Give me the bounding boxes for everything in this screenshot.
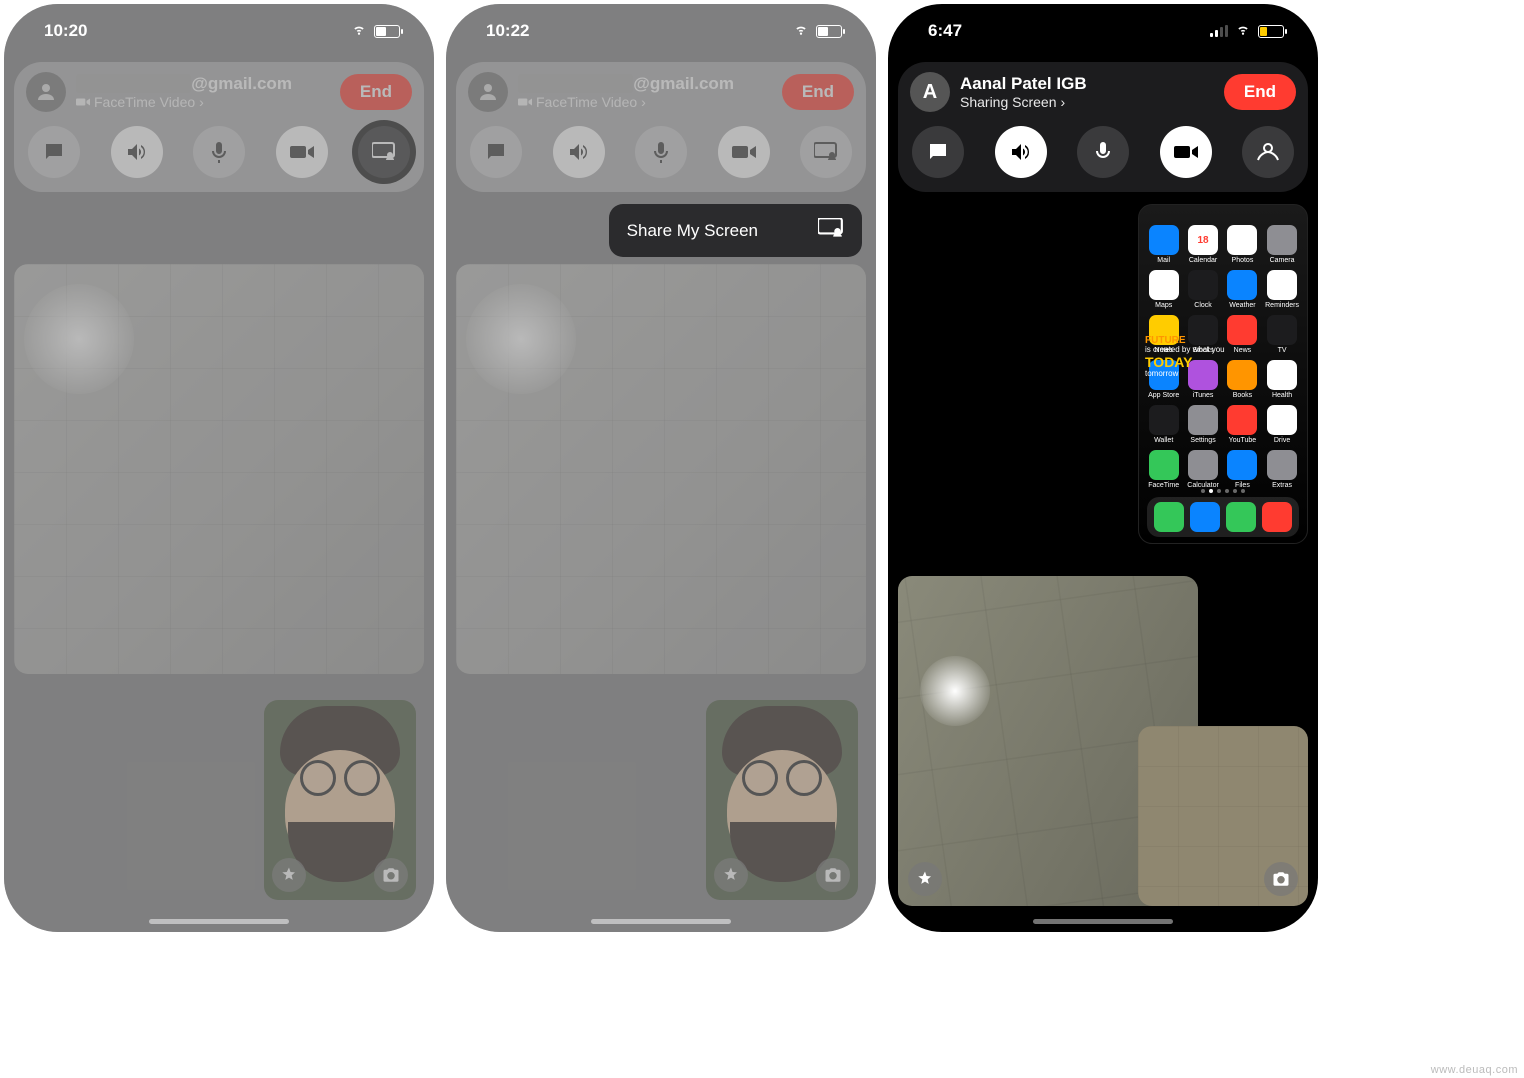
contact-avatar <box>26 72 66 112</box>
remote-video <box>14 264 424 674</box>
app-reminders[interactable]: Reminders <box>1265 270 1299 309</box>
wifi-icon <box>792 21 810 41</box>
battery-icon <box>374 25 400 38</box>
wifi-icon <box>1234 21 1252 41</box>
effects-button[interactable] <box>908 862 942 896</box>
call-header: redactedname@gmail.com FaceTime Video› E… <box>14 62 424 192</box>
end-call-button[interactable]: End <box>1224 74 1296 110</box>
app-camera[interactable]: Camera <box>1265 225 1299 264</box>
app-maps[interactable]: Maps <box>1147 270 1180 309</box>
speaker-button[interactable] <box>553 126 605 178</box>
app-weather[interactable]: Weather <box>1226 270 1259 309</box>
dock-app[interactable] <box>1262 502 1292 532</box>
app-tv[interactable]: TV <box>1265 315 1299 354</box>
watermark: www.deuaq.com <box>1431 1064 1518 1076</box>
camera-button[interactable] <box>276 126 328 178</box>
app-news[interactable]: News <box>1226 315 1259 354</box>
dock <box>1147 497 1299 537</box>
contact-name: redactedname@gmail.com <box>76 74 330 94</box>
share-screen-popup[interactable]: Share My Screen <box>609 204 862 257</box>
status-time: 10:22 <box>486 21 529 41</box>
end-call-button[interactable]: End <box>782 74 854 110</box>
dock-app[interactable] <box>1190 502 1220 532</box>
mute-button[interactable] <box>193 126 245 178</box>
contact-name: Aanal Patel IGB <box>960 74 1214 94</box>
app-extras[interactable]: Extras <box>1265 450 1299 489</box>
app-mail[interactable]: Mail <box>1147 225 1180 264</box>
shareplay-button[interactable] <box>800 126 852 178</box>
shareplay-icon <box>818 218 844 243</box>
app-books[interactable]: Books <box>1226 360 1259 399</box>
flip-camera-button[interactable] <box>816 858 850 892</box>
speaker-button[interactable] <box>995 126 1047 178</box>
self-view[interactable] <box>264 700 416 900</box>
wallpaper-text: FUTUREis created by what you TODAYtomorr… <box>1145 335 1225 379</box>
self-view[interactable] <box>706 700 858 900</box>
call-subtitle: FaceTime Video› <box>518 94 772 110</box>
wifi-icon <box>350 21 368 41</box>
app-settings[interactable]: Settings <box>1186 405 1219 444</box>
speaker-button[interactable] <box>111 126 163 178</box>
flip-camera-button[interactable] <box>374 858 408 892</box>
app-facetime[interactable]: FaceTime <box>1147 450 1180 489</box>
cellular-icon <box>1210 25 1228 37</box>
app-wallet[interactable]: Wallet <box>1147 405 1180 444</box>
app-clock[interactable]: Clock <box>1186 270 1219 309</box>
app-health[interactable]: Health <box>1265 360 1299 399</box>
app-youtube[interactable]: YouTube <box>1226 405 1259 444</box>
phone-screenshot-3: 6:47 A Aanal Patel IGB Sharing Screen› E… <box>888 4 1318 932</box>
share-screen-label: Share My Screen <box>627 221 758 241</box>
call-subtitle[interactable]: Sharing Screen› <box>960 94 1214 110</box>
dock-app[interactable] <box>1154 502 1184 532</box>
battery-icon <box>1258 25 1284 38</box>
shareplay-button[interactable] <box>358 126 410 178</box>
flip-camera-button[interactable] <box>1264 862 1298 896</box>
status-time: 10:20 <box>44 21 87 41</box>
call-subtitle: FaceTime Video› <box>76 94 330 110</box>
app-calculator[interactable]: Calculator <box>1186 450 1219 489</box>
status-bar: 10:20 <box>4 4 434 58</box>
shared-screen-preview[interactable]: Mail18CalendarPhotosCamera MapsClockWeath… <box>1138 204 1308 544</box>
app-drive[interactable]: Drive <box>1265 405 1299 444</box>
remote-video <box>456 264 866 674</box>
home-indicator[interactable] <box>149 919 289 924</box>
phone-screenshot-2: 10:22 redactedname@gmail.com FaceTime Vi… <box>446 4 876 932</box>
page-dots <box>1139 489 1307 493</box>
camera-button[interactable] <box>1160 126 1212 178</box>
status-bar: 6:47 <box>888 4 1318 58</box>
effects-button[interactable] <box>714 858 748 892</box>
contact-avatar: A <box>910 72 950 112</box>
contact-avatar <box>468 72 508 112</box>
status-time: 6:47 <box>928 21 962 41</box>
end-call-button[interactable]: End <box>340 74 412 110</box>
app-files[interactable]: Files <box>1226 450 1259 489</box>
app-calendar[interactable]: 18Calendar <box>1186 225 1219 264</box>
status-bar: 10:22 <box>446 4 876 58</box>
self-view[interactable] <box>1138 726 1308 906</box>
dock-app[interactable] <box>1226 502 1256 532</box>
messages-button[interactable] <box>28 126 80 178</box>
mute-button[interactable] <box>635 126 687 178</box>
messages-button[interactable] <box>912 126 964 178</box>
home-indicator[interactable] <box>1033 919 1173 924</box>
battery-icon <box>816 25 842 38</box>
app-photos[interactable]: Photos <box>1226 225 1259 264</box>
contact-name: redactedname@gmail.com <box>518 74 772 94</box>
mute-button[interactable] <box>1077 126 1129 178</box>
call-header: redactedname@gmail.com FaceTime Video› E… <box>456 62 866 192</box>
messages-button[interactable] <box>470 126 522 178</box>
home-indicator[interactable] <box>591 919 731 924</box>
phone-screenshot-1: 10:20 redactedname@gmail.com FaceTime Vi… <box>4 4 434 932</box>
call-header: A Aanal Patel IGB Sharing Screen› End <box>898 62 1308 192</box>
effects-button[interactable] <box>272 858 306 892</box>
camera-button[interactable] <box>718 126 770 178</box>
shareplay-button[interactable] <box>1242 126 1294 178</box>
